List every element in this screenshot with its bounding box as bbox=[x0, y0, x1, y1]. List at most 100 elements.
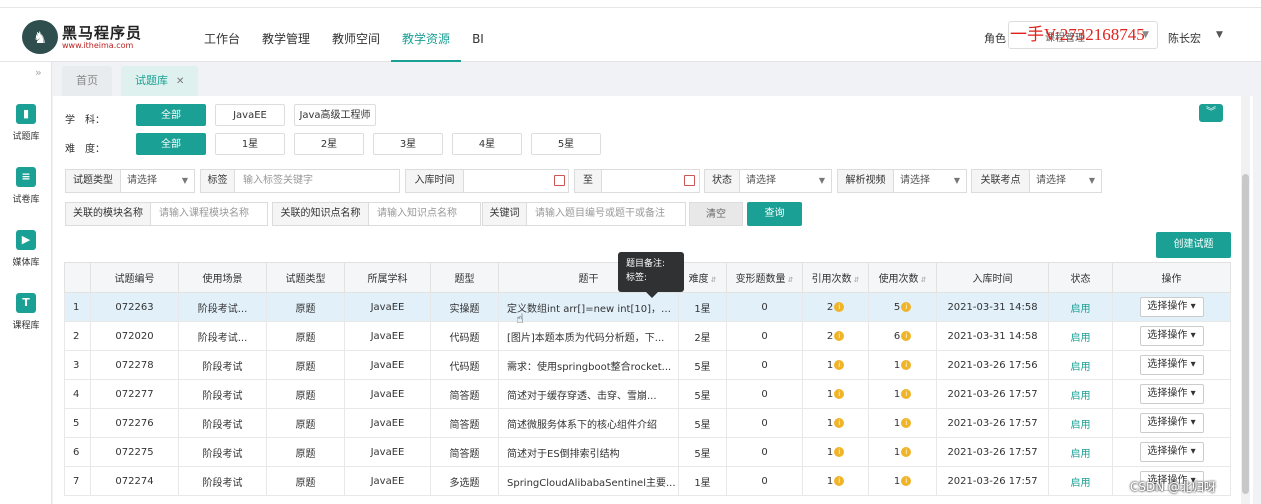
nav-item-workbench[interactable]: 工作台 bbox=[193, 8, 251, 62]
keyword-input[interactable]: 请输入题目编号或题干或备注 bbox=[527, 203, 685, 225]
subject-javaee-button[interactable]: JavaEE bbox=[215, 104, 285, 126]
select-action-button[interactable]: 选择操作 ▾ bbox=[1139, 442, 1204, 462]
info-icon[interactable]: i bbox=[834, 475, 845, 486]
sidebar-item-media[interactable]: ▶ 媒体库 bbox=[0, 230, 52, 290]
row-stem[interactable]: SpringCloudAlibabaSentinel主要... bbox=[498, 466, 679, 496]
info-icon[interactable]: i bbox=[834, 388, 845, 399]
row-refs[interactable]: 2i bbox=[802, 292, 869, 322]
chevron-down-icon[interactable]: ︾ bbox=[1199, 104, 1223, 122]
knowledge-filter[interactable]: 关联的知识点名称 请输入知识点名称 bbox=[272, 202, 481, 226]
type-filter[interactable]: 试题类型 请选择 ▼ bbox=[65, 169, 195, 193]
table-row[interactable]: 2 072020 阶段考试... 原题 JavaEE 代码题 [图片]本题本质为代码分析题，… bbox=[64, 321, 1231, 351]
difficulty-1-button[interactable]: 1星 bbox=[215, 133, 285, 155]
row-uses[interactable]: 1i bbox=[868, 379, 937, 409]
row-stem[interactable]: 简述对于缓存穿透、击穿、雪崩... bbox=[498, 379, 679, 409]
nav-item-teaching[interactable]: 教学管理 bbox=[251, 8, 321, 62]
info-icon[interactable]: i bbox=[901, 301, 912, 312]
row-uses[interactable]: 1i bbox=[868, 408, 937, 438]
difficulty-5-button[interactable]: 5星 bbox=[531, 133, 601, 155]
sort-icon[interactable]: ⇵ bbox=[921, 276, 927, 284]
row-refs[interactable]: 1i bbox=[802, 408, 869, 438]
row-uses[interactable]: 6i bbox=[868, 321, 937, 351]
tab-home[interactable]: 首页 bbox=[62, 66, 112, 96]
info-icon[interactable]: i bbox=[901, 446, 912, 457]
clear-button[interactable]: 清空 bbox=[689, 202, 743, 226]
calendar-icon[interactable] bbox=[554, 175, 565, 186]
status-badge[interactable]: 启用 bbox=[1071, 304, 1091, 315]
table-row[interactable]: 6 072275 阶段考试 原题 JavaEE 简答题 简述对于ES倒排索引结构 5星 0 1 i 1… bbox=[64, 437, 1231, 467]
tag-input[interactable]: 输入标签关键字 bbox=[235, 170, 399, 192]
info-icon[interactable]: i bbox=[901, 388, 912, 399]
col-variants[interactable]: 变形题数量 ⇵ bbox=[726, 262, 803, 293]
subject-all-button[interactable]: 全部 bbox=[136, 104, 206, 126]
info-icon[interactable]: i bbox=[901, 359, 912, 370]
table-row[interactable]: 3 072278 阶段考试 原题 JavaEE 代码题 需求：使用springboot整合r… bbox=[64, 350, 1231, 380]
row-status[interactable]: 启用 bbox=[1048, 379, 1113, 409]
status-badge[interactable]: 启用 bbox=[1071, 449, 1091, 460]
time-start-filter[interactable]: 入库时间 bbox=[405, 169, 569, 193]
nav-item-resources[interactable]: 教学资源 bbox=[391, 8, 462, 62]
info-icon[interactable]: i bbox=[834, 359, 845, 370]
knowledge-input[interactable]: 请输入知识点名称 bbox=[369, 203, 480, 225]
row-status[interactable]: 启用 bbox=[1048, 408, 1113, 438]
status-badge[interactable]: 启用 bbox=[1071, 478, 1091, 489]
video-filter[interactable]: 解析视频 请选择 ▼ bbox=[837, 169, 967, 193]
row-stem[interactable]: 简述微服务体系下的核心组件介绍 bbox=[498, 408, 679, 438]
row-uses[interactable]: 1i bbox=[868, 437, 937, 467]
difficulty-4-button[interactable]: 4星 bbox=[452, 133, 522, 155]
sort-icon[interactable]: ⇵ bbox=[854, 276, 860, 284]
query-button[interactable]: 查询 bbox=[747, 202, 802, 226]
scrollbar[interactable] bbox=[1241, 96, 1250, 504]
difficulty-all-button[interactable]: 全部 bbox=[136, 133, 206, 155]
point-select[interactable]: 请选择 ▼ bbox=[1030, 170, 1101, 192]
difficulty-2-button[interactable]: 2星 bbox=[294, 133, 364, 155]
status-select[interactable]: 请选择 ▼ bbox=[740, 170, 831, 192]
difficulty-3-button[interactable]: 3星 bbox=[373, 133, 443, 155]
subject-java-senior-button[interactable]: Java高级工程师 bbox=[294, 104, 376, 126]
row-stem[interactable]: 需求：使用springboot整合rocket... bbox=[498, 350, 679, 380]
sidebar-item-paper-bank[interactable]: ≡ 试卷库 bbox=[0, 167, 52, 227]
collapse-icon[interactable]: » bbox=[35, 66, 42, 79]
row-uses[interactable]: 1i bbox=[868, 466, 937, 496]
select-action-button[interactable]: 选择操作 ▾ bbox=[1139, 297, 1204, 317]
info-icon[interactable]: i bbox=[834, 446, 845, 457]
tag-filter[interactable]: 标签 输入标签关键字 bbox=[200, 169, 400, 193]
select-action-button[interactable]: 选择操作 ▾ bbox=[1139, 326, 1204, 346]
info-icon[interactable]: i bbox=[834, 330, 845, 341]
table-row[interactable]: 7 072274 阶段考试 原题 JavaEE 多选题 SpringCloudAlibaba… bbox=[64, 466, 1231, 496]
row-refs[interactable]: 1i bbox=[802, 437, 869, 467]
nav-item-teacher-space[interactable]: 教师空间 bbox=[321, 8, 391, 62]
row-uses[interactable]: 5i bbox=[868, 292, 937, 322]
point-filter[interactable]: 关联考点 请选择 ▼ bbox=[971, 169, 1102, 193]
sort-icon[interactable]: ⇵ bbox=[788, 276, 794, 284]
time-end-filter[interactable]: 至 bbox=[574, 169, 700, 193]
create-question-button[interactable]: 创建试题 bbox=[1156, 232, 1231, 258]
table-row[interactable]: 4 072277 阶段考试 原题 JavaEE 简答题 简述对于缓存穿透、击穿、雪崩... 5… bbox=[64, 379, 1231, 409]
row-status[interactable]: 启用 bbox=[1048, 437, 1113, 467]
video-select[interactable]: 请选择 ▼ bbox=[894, 170, 966, 192]
row-refs[interactable]: 1i bbox=[802, 466, 869, 496]
row-status[interactable]: 启用 bbox=[1048, 350, 1113, 380]
info-icon[interactable]: i bbox=[901, 330, 912, 341]
row-stem[interactable]: 简述对于ES倒排索引结构 bbox=[498, 437, 679, 467]
scrollbar-thumb[interactable] bbox=[1242, 174, 1249, 494]
info-icon[interactable]: i bbox=[901, 417, 912, 428]
row-refs[interactable]: 1i bbox=[802, 350, 869, 380]
close-icon[interactable]: ✕ bbox=[176, 76, 184, 87]
row-status[interactable]: 启用 bbox=[1048, 466, 1113, 496]
status-badge[interactable]: 启用 bbox=[1071, 333, 1091, 344]
sidebar-item-course[interactable]: T 课程库 bbox=[0, 293, 52, 353]
module-input[interactable]: 请输入课程模块名称 bbox=[151, 203, 267, 225]
row-stem[interactable]: [图片]本题本质为代码分析题，下... bbox=[498, 321, 679, 351]
module-filter[interactable]: 关联的模块名称 请输入课程模块名称 bbox=[65, 202, 268, 226]
tab-question-bank[interactable]: 试题库 ✕ bbox=[121, 66, 199, 96]
row-refs[interactable]: 1i bbox=[802, 379, 869, 409]
calendar-icon[interactable] bbox=[684, 175, 695, 186]
row-refs[interactable]: 2i bbox=[802, 321, 869, 351]
nav-item-bi[interactable]: BI bbox=[461, 8, 495, 62]
row-status[interactable]: 启用 bbox=[1048, 292, 1113, 322]
select-action-button[interactable]: 选择操作 ▾ bbox=[1139, 355, 1204, 375]
info-icon[interactable]: i bbox=[901, 475, 912, 486]
col-level[interactable]: 难度 ⇵ bbox=[678, 262, 727, 293]
sidebar-item-question-bank[interactable]: ▮ 试题库 bbox=[0, 104, 52, 164]
